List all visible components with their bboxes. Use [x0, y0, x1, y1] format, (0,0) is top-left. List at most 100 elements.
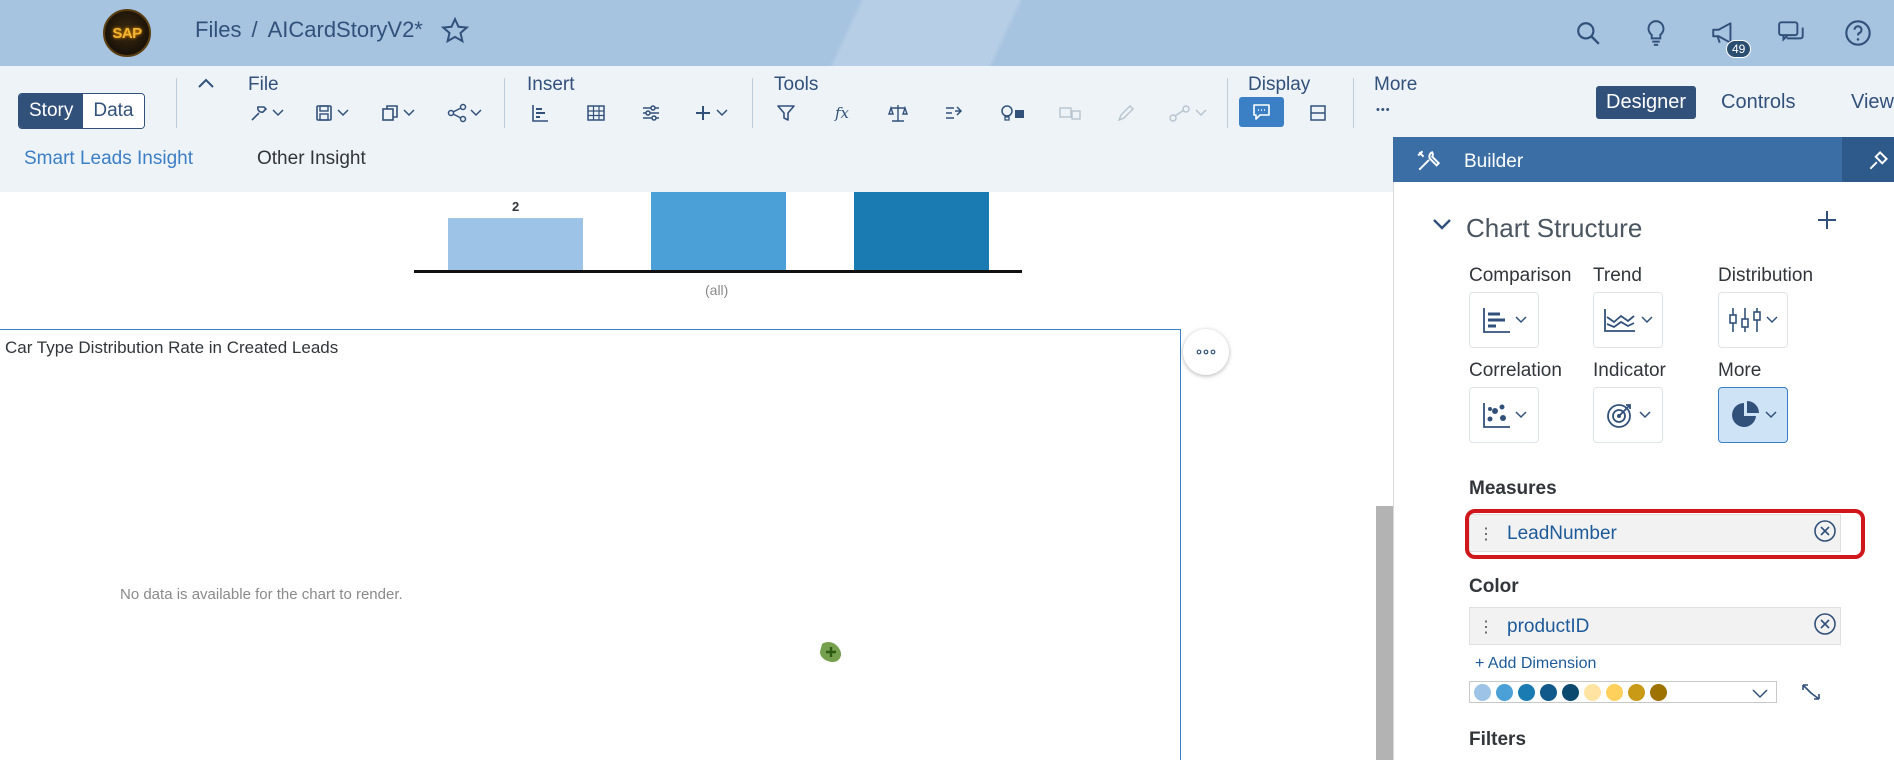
save-icon[interactable] [314, 100, 349, 126]
tab-other-insight[interactable]: Other Insight [257, 148, 366, 170]
comment-mode-button[interactable] [1239, 97, 1284, 127]
palette-swatch [1540, 683, 1557, 701]
palette-chevron-down-icon[interactable] [1752, 686, 1768, 704]
drag-handle-icon[interactable]: ⋮ [1478, 617, 1494, 637]
chevron-down-icon [1639, 411, 1651, 419]
correlation-label: Correlation [1469, 360, 1562, 381]
display-group-label: Display [1248, 74, 1311, 95]
collapse-section-chevron-icon[interactable] [1432, 217, 1452, 236]
chart-bar-1 [448, 218, 583, 270]
disabled-tool-icon [1058, 100, 1082, 126]
insert-chart-icon[interactable] [530, 100, 550, 126]
styling-tab[interactable] [1842, 137, 1894, 182]
svg-text:fx: fx [834, 104, 850, 122]
shell-decoration [700, 0, 1200, 66]
controls-button[interactable]: Controls [1711, 86, 1805, 119]
edit-tools-icon[interactable] [249, 100, 284, 126]
copy-icon[interactable] [380, 100, 415, 126]
cursor-plus-icon [816, 638, 846, 675]
indicator-chart-button[interactable] [1593, 387, 1663, 443]
scroll-area [1376, 506, 1394, 760]
color-palette-select[interactable] [1469, 681, 1777, 703]
toolbar-divider [504, 78, 505, 128]
trend-label: Trend [1593, 265, 1642, 286]
insert-group-label: Insert [527, 74, 575, 95]
palette-swatch [1650, 683, 1667, 701]
chart-more-actions-button[interactable] [1183, 329, 1229, 375]
breadcrumb-separator: / [251, 17, 258, 42]
filter-icon[interactable] [776, 100, 796, 126]
collapse-toolbar-icon[interactable] [196, 76, 216, 95]
chevron-down-icon [1766, 316, 1778, 324]
smart-insights-icon[interactable] [998, 100, 1026, 126]
builder-tools-icon [1414, 148, 1444, 179]
insert-table-icon[interactable] [586, 100, 606, 126]
balance-icon[interactable] [888, 100, 908, 126]
add-dimension-link[interactable]: + Add Dimension [1475, 655, 1596, 673]
insert-add-icon[interactable] [693, 100, 728, 126]
palette-swatch [1496, 683, 1513, 701]
more-chart-types-button[interactable] [1718, 387, 1788, 443]
search-icon[interactable] [1571, 16, 1605, 50]
chart-title: Car Type Distribution Rate in Created Le… [5, 338, 339, 357]
story-mode-button[interactable]: Story [19, 94, 84, 128]
color-dimension-field[interactable]: ⋮ productID [1469, 607, 1841, 645]
breadcrumb: Files / AICardStoryV2* [195, 17, 423, 43]
comparison-label: Comparison [1469, 265, 1572, 286]
star-icon[interactable] [440, 16, 470, 46]
designer-button[interactable]: Designer [1596, 86, 1697, 119]
correlation-chart-button[interactable] [1469, 387, 1539, 443]
toolbar-divider [752, 78, 753, 128]
target-icon [1607, 404, 1631, 428]
no-data-message: No data is available for the chart to re… [120, 586, 403, 603]
box-plot-icon [1729, 308, 1761, 332]
remove-color-icon[interactable] [1813, 612, 1837, 641]
chart-card[interactable] [0, 329, 1181, 760]
lightbulb-icon[interactable] [1639, 16, 1673, 50]
compare-icon[interactable] [944, 100, 964, 126]
distribution-chart-button[interactable] [1718, 292, 1788, 348]
insert-input-control-icon[interactable] [641, 100, 661, 126]
comparison-chart-button[interactable] [1469, 292, 1539, 348]
add-icon[interactable] [1815, 208, 1839, 237]
tab-smart-leads-insight[interactable]: Smart Leads Insight [24, 148, 193, 170]
share-icon[interactable] [447, 100, 482, 126]
disabled-link-icon [1168, 100, 1207, 126]
distribution-label: Distribution [1718, 265, 1814, 286]
category-label: (all) [705, 282, 729, 298]
file-group-label: File [248, 74, 279, 95]
story-title: AICardStoryV2* [267, 17, 423, 42]
more-types-label: More [1718, 360, 1762, 381]
color-sync-icon[interactable] [1800, 682, 1822, 707]
palette-swatch [1606, 683, 1623, 701]
palette-swatch [1562, 683, 1579, 701]
help-icon[interactable] [1841, 16, 1875, 50]
disabled-pen-icon [1116, 100, 1138, 126]
measure-highlight-annotation [1465, 509, 1865, 559]
chevron-down-icon [1765, 411, 1777, 419]
palette-swatch [1628, 683, 1645, 701]
breadcrumb-files[interactable]: Files [195, 17, 241, 43]
sap-logo[interactable]: SAP [103, 9, 151, 57]
chevron-down-icon [1641, 316, 1653, 324]
story-data-toggle: Story Data [18, 93, 145, 129]
layout-icon[interactable] [1308, 100, 1328, 126]
trend-chart-button[interactable] [1593, 292, 1663, 348]
chart-bar-2 [651, 192, 786, 270]
chevron-down-icon [1515, 411, 1527, 419]
bar-value-label: 2 [512, 199, 520, 214]
bar-chart-icon [1483, 308, 1510, 333]
data-mode-button[interactable]: Data [83, 94, 144, 128]
paint-icon [1869, 151, 1888, 170]
pie-chart-icon [1732, 401, 1759, 427]
view-button[interactable]: View [1841, 86, 1894, 119]
palette-swatch [1474, 683, 1491, 701]
notification-badge: 49 [1726, 40, 1752, 58]
area-chart-icon [1604, 309, 1635, 332]
builder-title: Builder [1464, 151, 1524, 172]
chevron-down-icon [1515, 316, 1527, 324]
toolbar-divider [176, 78, 177, 128]
formula-icon[interactable]: fx [833, 100, 855, 126]
chat-icon[interactable] [1775, 16, 1809, 50]
more-dots-icon[interactable]: ••• [1376, 104, 1391, 116]
